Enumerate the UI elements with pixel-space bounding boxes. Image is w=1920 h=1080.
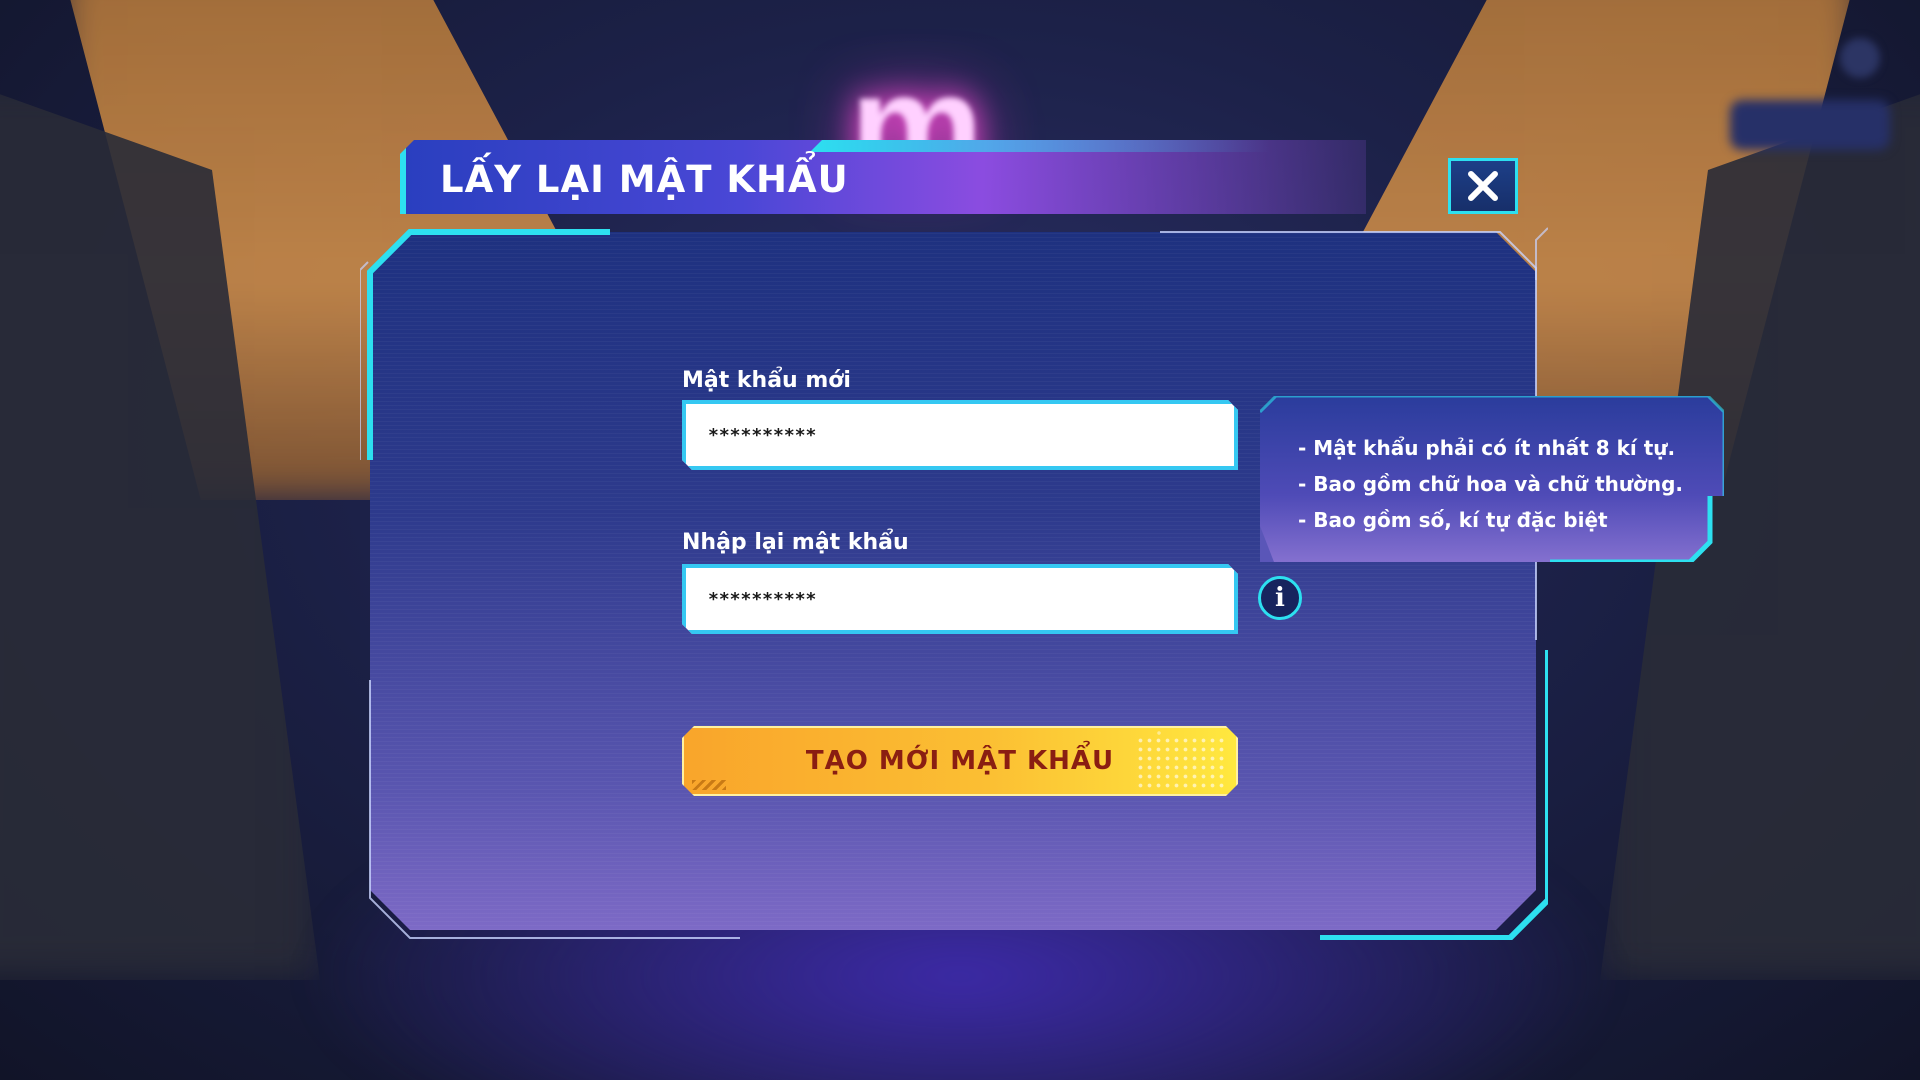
background-corner-icon xyxy=(1840,38,1880,78)
button-dot-pattern xyxy=(1136,736,1226,790)
background-corner-button xyxy=(1730,100,1890,150)
new-password-label: Mật khẩu mới xyxy=(682,368,851,393)
create-password-button[interactable]: TẠO MỚI MẬT KHẨU xyxy=(682,726,1238,796)
requirement-item: - Bao gồm chữ hoa và chữ thường. xyxy=(1298,472,1684,496)
close-button[interactable] xyxy=(1448,158,1518,214)
dialog-title: LẤY LẠI MẬT KHẨU xyxy=(440,158,849,201)
confirm-password-label: Nhập lại mật khẩu xyxy=(682,530,909,555)
requirement-item: - Bao gồm số, kí tự đặc biệt xyxy=(1298,508,1608,532)
requirements-list: - Mật khẩu phải có ít nhất 8 kí tự. - Ba… xyxy=(1298,430,1683,538)
new-password-input[interactable] xyxy=(682,400,1238,470)
password-requirements-tooltip: - Mật khẩu phải có ít nhất 8 kí tự. - Ba… xyxy=(1260,396,1724,562)
info-icon[interactable]: i xyxy=(1258,576,1302,620)
dialog-title-accent xyxy=(810,140,1270,152)
button-stripe-pattern xyxy=(692,780,726,790)
requirement-item: - Mật khẩu phải có ít nhất 8 kí tự. xyxy=(1298,436,1676,460)
confirm-password-input[interactable] xyxy=(682,564,1238,634)
create-password-button-label: TẠO MỚI MẬT KHẨU xyxy=(805,746,1115,776)
close-x-icon xyxy=(1468,171,1498,201)
